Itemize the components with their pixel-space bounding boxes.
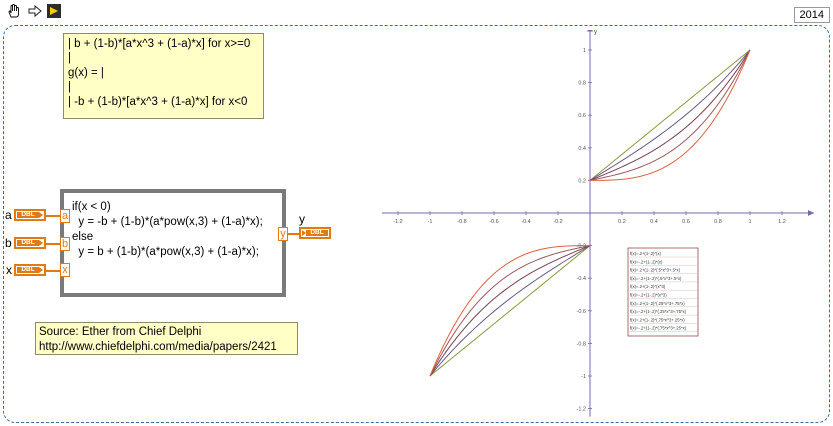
terminal-arrow-icon	[39, 212, 43, 218]
legend-entry: f(x)=.2+(1-.2)*(.75*x^3+.25*x)	[630, 317, 685, 322]
legend-entry: f(x)=-.2+(1-.2)*(x)	[630, 259, 663, 264]
formula-line: |	[68, 81, 71, 94]
control-x[interactable]: DBL	[14, 264, 46, 276]
y-tick-label: 0.4	[578, 146, 586, 152]
function-plot: y -1.2 -1 -0.8 -0.6 -0.4 -0.2 0.2 0.4 0.6 0.8 1 1.2 1…	[382, 30, 814, 417]
input-terminal-x[interactable]: x	[60, 263, 70, 277]
input-terminal-a[interactable]: a	[60, 209, 70, 223]
input-terminal-b[interactable]: b	[60, 237, 70, 251]
legend-entry: f(x)=.2+(1-.2)*(x)	[630, 251, 662, 256]
legend-entry: f(x)=-.2+(1-.2)*(.5*x^3+.5*x)	[630, 276, 682, 281]
control-label-x: x	[6, 263, 12, 277]
series-line	[589, 49, 751, 181]
y-tick-label: -0.4	[577, 276, 586, 282]
control-b[interactable]: DBL	[14, 237, 46, 249]
x-tick-label: 0.6	[682, 219, 690, 225]
y-tick-label: -1.2	[577, 407, 586, 413]
terminal-arrow-icon	[39, 267, 43, 273]
control-a[interactable]: DBL	[14, 209, 46, 221]
wire-x[interactable]	[46, 270, 60, 272]
hand-tool-icon[interactable]	[6, 3, 22, 19]
terminal-arrow-icon	[39, 240, 43, 246]
dbl-type-label: DBL	[17, 266, 39, 273]
wire-b[interactable]	[46, 243, 60, 245]
y-tick-label: 0.6	[578, 113, 586, 119]
code-line: if(x < 0)	[72, 201, 111, 213]
legend-entry: f(x)=.2+(1-.2)*(x^3)	[630, 284, 666, 289]
y-axis-label: y	[594, 30, 597, 36]
legend-entry: f(x)=-.2+(1-.2)*(.25*x^3+.75*x)	[630, 309, 687, 314]
series-line	[429, 245, 591, 377]
formula-line: |	[68, 52, 71, 65]
dbl-type-label: DBL	[306, 229, 328, 236]
x-tick-label: -0.4	[521, 219, 530, 225]
x-tick-label: -0.6	[489, 219, 498, 225]
source-url: http://www.chiefdelphi.com/media/papers/…	[39, 341, 277, 353]
x-tick-label: -1.2	[393, 219, 402, 225]
source-comment: Source: Ether from Chief Delphi http://ww…	[35, 322, 298, 355]
code-line: y = b + (1-b)*(a*pow(x,3) + (1-a)*x);	[72, 246, 259, 258]
x-tick-label: -0.2	[553, 219, 562, 225]
source-line: Source: Ether from Chief Delphi	[39, 326, 202, 338]
legend-entry: f(x)=.2+(1-.2)*(.25*x^3+.75*x)	[630, 301, 685, 306]
y-axis-arrow	[587, 30, 593, 32]
formula-node-code[interactable]: if(x < 0) y = -b + (1-b)*(a*pow(x,3) + (…	[72, 200, 263, 260]
dbl-type-label: DBL	[17, 239, 39, 246]
y-tick-label: 0.2	[578, 178, 586, 184]
indicator-label-y: y	[299, 212, 305, 226]
run-arrow-icon[interactable]	[27, 3, 43, 19]
x-tick-label: 0.8	[714, 219, 722, 225]
legend-entry: f(x)=-.2+(1-.2)*(.75*x^3+.25*x)	[630, 326, 687, 331]
x-tick-label: 0.4	[650, 219, 658, 225]
code-line: y = -b + (1-b)*(a*pow(x,3) + (1-a)*x);	[72, 216, 263, 228]
legend-entry: f(x)=-.2+(1-.2)*(x^3)	[630, 293, 667, 298]
output-terminal-y[interactable]: y	[278, 227, 288, 241]
version-label: 2014	[793, 7, 830, 23]
y-tick-label: 0.8	[578, 81, 586, 87]
x-tick-label: 1	[748, 219, 751, 225]
formula-comment: | b + (1-b)*[a*x^3 + (1-a)*x] for x>=0 |…	[63, 33, 264, 119]
toolbar: 2014	[0, 0, 833, 23]
wire-a[interactable]	[46, 215, 60, 217]
x-tick-label: 0.2	[618, 219, 626, 225]
x-tick-label: 1.2	[778, 219, 786, 225]
formula-line: | b + (1-b)*[a*x^3 + (1-a)*x] for x>=0	[68, 38, 251, 50]
indicator-y[interactable]: DBL	[299, 227, 331, 239]
y-tick-label: -1	[581, 374, 586, 380]
legend-entry: f(x)=.2+(1-.2)*(.5*x^3+.5*x)	[630, 268, 681, 273]
y-tick-label: -0.6	[577, 309, 586, 315]
x-tick-label: -0.8	[457, 219, 466, 225]
dbl-type-label: DBL	[17, 211, 39, 218]
formula-line: | -b + (1-b)*[a*x^3 + (1-a)*x] for x<0	[68, 95, 248, 108]
control-label-a: a	[5, 208, 12, 222]
y-tick-label: 1	[583, 48, 586, 54]
code-line: else	[72, 231, 94, 243]
control-label-b: b	[5, 236, 12, 250]
x-axis-arrow	[808, 210, 814, 216]
highlight-execution-icon[interactable]	[46, 3, 62, 19]
x-tick-label: -1	[428, 219, 433, 225]
y-tick-label: -0.8	[577, 341, 586, 347]
formula-line: g(x) = |	[68, 66, 104, 79]
